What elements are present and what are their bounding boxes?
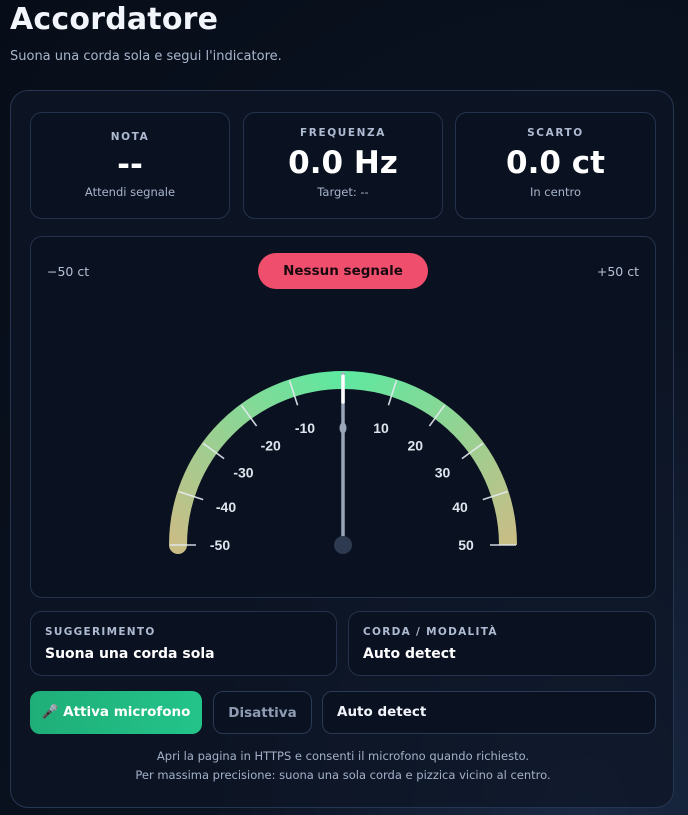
microphone-icon: 🎤 <box>41 704 59 720</box>
frequency-card: FREQUENZA 0.0 Hz Target: -- <box>243 112 443 219</box>
app-title: Accordatore <box>10 2 219 37</box>
app-subtitle: Suona una corda sola e segui l'indicator… <box>10 49 282 64</box>
gauge-tick-label: -50 <box>210 537 230 553</box>
suggestion-label: SUGGERIMENTO <box>45 626 156 638</box>
footer-hint-precision: Per massima precisione: suona una sola c… <box>135 768 551 782</box>
gauge-tick-label: -40 <box>216 499 236 515</box>
frequency-label: FREQUENZA <box>300 127 386 139</box>
gauge-tick-label: -30 <box>233 465 253 481</box>
gauge-tick-label: 40 <box>452 499 468 515</box>
gauge-needle-hub <box>334 536 352 554</box>
activate-microphone-button[interactable]: 🎤 Attiva microfono <box>30 691 202 734</box>
gauge-needle-marker <box>339 422 347 434</box>
deactivate-button[interactable]: Disattiva <box>213 691 312 734</box>
note-card: NOTA -- Attendi segnale <box>30 112 230 219</box>
gauge-tick-label: 50 <box>458 537 474 553</box>
gauge-tick-label: 30 <box>435 465 451 481</box>
mode-select[interactable]: Auto detect <box>322 691 656 734</box>
note-label: NOTA <box>110 131 150 143</box>
offset-value: 0.0 ct <box>506 145 605 181</box>
mode-label: CORDA / MODALITÀ <box>363 626 498 638</box>
tuning-gauge: -50 -40 -30 -20 -10 10 20 30 40 50 <box>169 371 517 554</box>
offset-status: In centro <box>529 185 582 199</box>
mode-value: Auto detect <box>363 646 456 662</box>
offset-card: SCARTO 0.0 ct In centro <box>455 112 656 219</box>
gauge-tick-label: 20 <box>408 437 424 453</box>
frequency-value: 0.0 Hz <box>288 145 398 181</box>
note-value: -- <box>117 147 143 183</box>
footer-hint-https: Apri la pagina in HTTPS e consenti il mi… <box>156 749 530 763</box>
offset-label: SCARTO <box>527 127 584 139</box>
activate-microphone-label: Attiva microfono <box>63 704 191 720</box>
gauge-arc-right <box>342 371 517 546</box>
note-sub: Attendi segnale <box>84 185 176 199</box>
gauge-tick-label: -20 <box>261 437 281 453</box>
tuner-panel: NOTA -- Attendi segnale FREQUENZA 0.0 Hz… <box>10 90 674 808</box>
frequency-target: Target: -- <box>317 185 369 199</box>
mode-card: CORDA / MODALITÀ Auto detect <box>348 611 656 676</box>
suggestion-card: SUGGERIMENTO Suona una corda sola <box>30 611 337 676</box>
gauge-card: −50 ct Nessun segnale +50 ct -50 -40 -30 -2… <box>30 236 656 598</box>
gauge-arc-left <box>169 371 352 554</box>
gauge-tick-label: 10 <box>373 420 389 436</box>
suggestion-value: Suona una corda sola <box>45 646 215 662</box>
gauge-tick-label: -10 <box>295 420 315 436</box>
